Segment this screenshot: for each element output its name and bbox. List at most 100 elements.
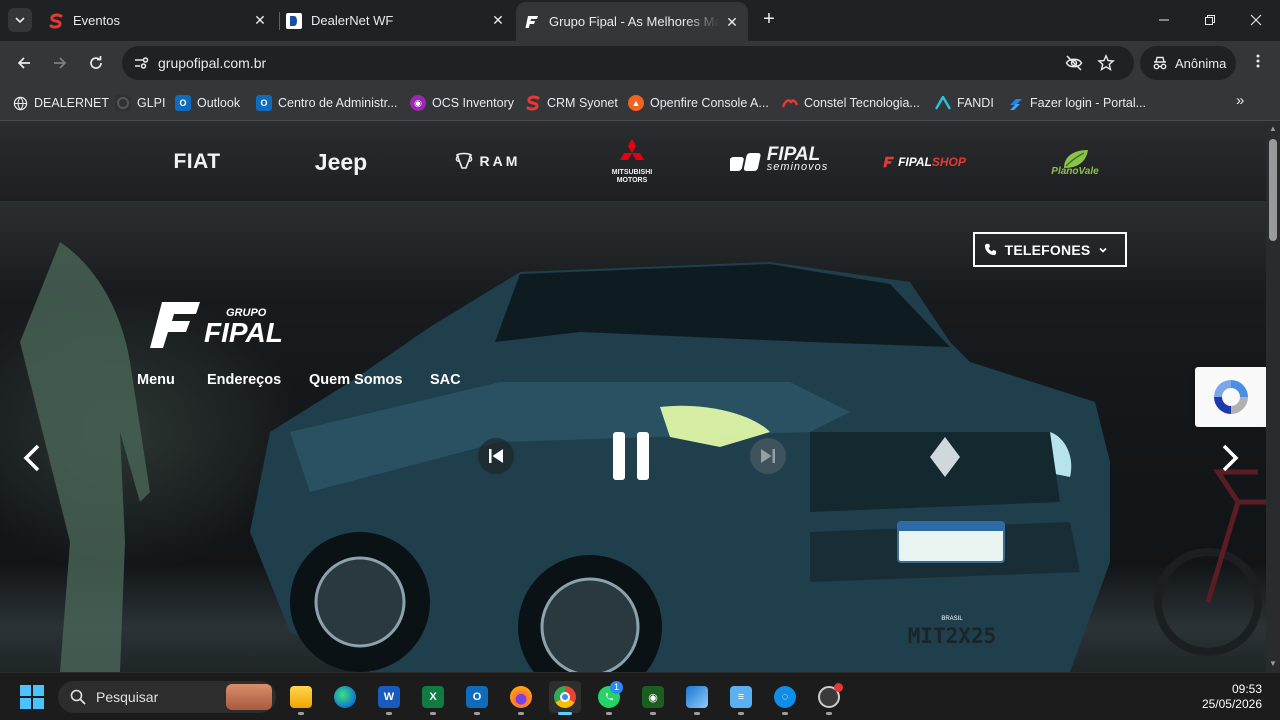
forward-button[interactable] (46, 49, 74, 77)
hero-video-slider[interactable]: BRASIL MIT2X25 GRUPO FIPAL Menu Endereço… (0, 202, 1266, 672)
tab-grupo-fipal[interactable]: Grupo Fipal - As Melhores Marcas ✕ (516, 2, 748, 41)
taskbar-search-box[interactable]: Pesquisar (58, 681, 276, 713)
bookmark-dealernet[interactable]: DEALERNET (12, 92, 109, 114)
video-next-button[interactable] (750, 438, 786, 474)
bookmark-centro-admin[interactable]: O Centro de Administr... (256, 92, 398, 114)
recaptcha-badge[interactable] (1195, 367, 1266, 427)
bookmark-crm-syonet[interactable]: CRM Syonet (525, 92, 618, 114)
bookmark-label: FANDI (957, 96, 994, 110)
browser-menu-button[interactable] (1248, 53, 1268, 73)
openfire-icon: ▲ (628, 95, 644, 111)
taskbar-excel[interactable]: X (417, 681, 449, 715)
brand-fipal-shop[interactable]: FIPAL SHOP (880, 151, 968, 173)
brand-mitsubishi[interactable]: MITSUBISHI MOTORS (606, 137, 658, 187)
record-icon (818, 683, 843, 708)
chevron-down-icon (1099, 247, 1107, 253)
remote-desktop-icon (686, 686, 708, 708)
slider-next-button[interactable] (1210, 436, 1250, 480)
system-clock[interactable]: 09:53 25/05/2026 (1202, 682, 1262, 712)
reload-button[interactable] (82, 49, 110, 77)
brand-ram[interactable]: RAM (446, 149, 528, 173)
search-placeholder: Pesquisar (96, 689, 159, 705)
tab-title: Grupo Fipal - As Melhores Marcas (549, 14, 719, 29)
brand-fiat[interactable]: FIAT (173, 147, 220, 177)
taskbar-teamviewer[interactable]: ◌ (769, 681, 801, 715)
bookmark-portal[interactable]: Fazer login - Portal... (1008, 92, 1146, 114)
taskbar-edge[interactable] (329, 681, 361, 713)
taskbar-word[interactable]: W (373, 681, 405, 715)
brand-bar: FIAT Jeep RAM MITSUBISHI MOTORS FIPAL se… (0, 121, 1266, 202)
bookmark-outlook[interactable]: O Outlook (175, 92, 240, 114)
tab-dealernet[interactable]: DealerNet WF ✕ (278, 0, 514, 41)
taskbar-firefox[interactable] (505, 681, 537, 715)
taskbar-chrome[interactable] (549, 681, 581, 715)
nav-menu[interactable]: Menu (137, 372, 175, 388)
profile-label: Anônima (1175, 55, 1227, 71)
taskbar-remote-desktop[interactable] (681, 681, 713, 715)
grupo-fipal-logo[interactable]: GRUPO FIPAL (150, 300, 308, 350)
tab-close-icon[interactable]: ✕ (724, 14, 740, 30)
car-keys-icon (729, 153, 761, 171)
bookmark-label: OCS Inventory (432, 96, 514, 110)
bookmark-label: DEALERNET (34, 96, 110, 110)
eye-slash-icon[interactable] (1065, 54, 1083, 72)
phones-dropdown-button[interactable]: TELEFONES (973, 232, 1127, 267)
minimize-button[interactable] (1152, 8, 1176, 32)
chevron-right-icon (1222, 444, 1239, 472)
skip-previous-icon (489, 449, 503, 463)
close-window-button[interactable] (1244, 8, 1268, 32)
star-icon[interactable] (1097, 54, 1115, 72)
s-red-icon (48, 13, 64, 29)
tab-close-icon[interactable]: ✕ (490, 12, 506, 28)
taskbar-file-explorer[interactable] (285, 681, 317, 715)
bookmark-glpi[interactable]: GLPI (115, 92, 166, 114)
eye-icon: ◉ (642, 686, 664, 708)
brand-seminovos-sub: seminovos (766, 161, 829, 173)
brand-seminovos-main: FIPAL (766, 144, 821, 165)
nav-sac[interactable]: SAC (430, 372, 461, 388)
tab-eventos[interactable]: Eventos ✕ (40, 0, 276, 41)
back-button[interactable] (10, 49, 38, 77)
pause-icon (613, 432, 649, 480)
new-tab-button[interactable]: + (758, 9, 780, 31)
bookmark-fandi[interactable]: FANDI (935, 92, 994, 114)
nav-quem-somos[interactable]: Quem Somos (309, 372, 402, 388)
nav-enderecos[interactable]: Endereços (207, 372, 281, 388)
scrollbar-thumb[interactable] (1269, 139, 1277, 241)
taskbar-whatsapp[interactable]: 1 (593, 681, 625, 715)
bookmark-constel[interactable]: Constel Tecnologia... (782, 92, 920, 114)
outlook-icon: O (256, 95, 272, 111)
restore-button[interactable] (1198, 8, 1222, 32)
video-pause-button[interactable] (606, 428, 658, 484)
taskbar-notepad[interactable]: ≡ (725, 681, 757, 715)
taskbar-eye-app[interactable]: ◉ (637, 681, 669, 715)
browser-toolbar: grupofipal.com.br Anônima (0, 41, 1280, 85)
scroll-down-icon[interactable]: ▼ (1269, 660, 1277, 668)
bookmark-label: GLPI (137, 96, 166, 110)
url-text[interactable]: grupofipal.com.br (158, 55, 266, 71)
mitsubishi-diamonds-icon (620, 139, 644, 160)
scroll-up-icon[interactable]: ▲ (1269, 125, 1277, 133)
incognito-profile-button[interactable]: Anônima (1140, 46, 1236, 80)
bookmark-label: Fazer login - Portal... (1030, 96, 1147, 110)
brand-jeep[interactable]: Jeep (310, 145, 372, 179)
bookmark-ocs-inventory[interactable]: ◉ OCS Inventory (410, 92, 514, 114)
brand-planovale[interactable]: PlanoVale (1040, 143, 1110, 181)
bookmarks-overflow-icon[interactable]: » (1236, 92, 1244, 109)
address-bar[interactable]: grupofipal.com.br (122, 46, 1134, 80)
video-previous-button[interactable] (478, 438, 514, 474)
taskbar-outlook[interactable]: O (461, 681, 493, 715)
taskbar-record-app[interactable] (813, 681, 845, 715)
site-info-icon[interactable] (132, 54, 150, 72)
brand-fipal-seminovos[interactable]: FIPAL seminovos (722, 145, 836, 177)
windows-start-icon[interactable] (20, 685, 44, 709)
brand-mitsubishi-line1: MITSUBISHI (611, 169, 653, 176)
bookmark-openfire[interactable]: ▲ Openfire Console A... (628, 92, 769, 114)
tab-search-button[interactable] (8, 8, 32, 32)
folder-icon (290, 686, 312, 708)
search-highlight-image[interactable] (226, 684, 272, 710)
tab-close-icon[interactable]: ✕ (252, 12, 268, 28)
slider-prev-button[interactable] (12, 436, 52, 480)
arrow-right-icon (54, 57, 67, 69)
page-scrollbar[interactable]: ▲ ▼ (1266, 121, 1280, 672)
